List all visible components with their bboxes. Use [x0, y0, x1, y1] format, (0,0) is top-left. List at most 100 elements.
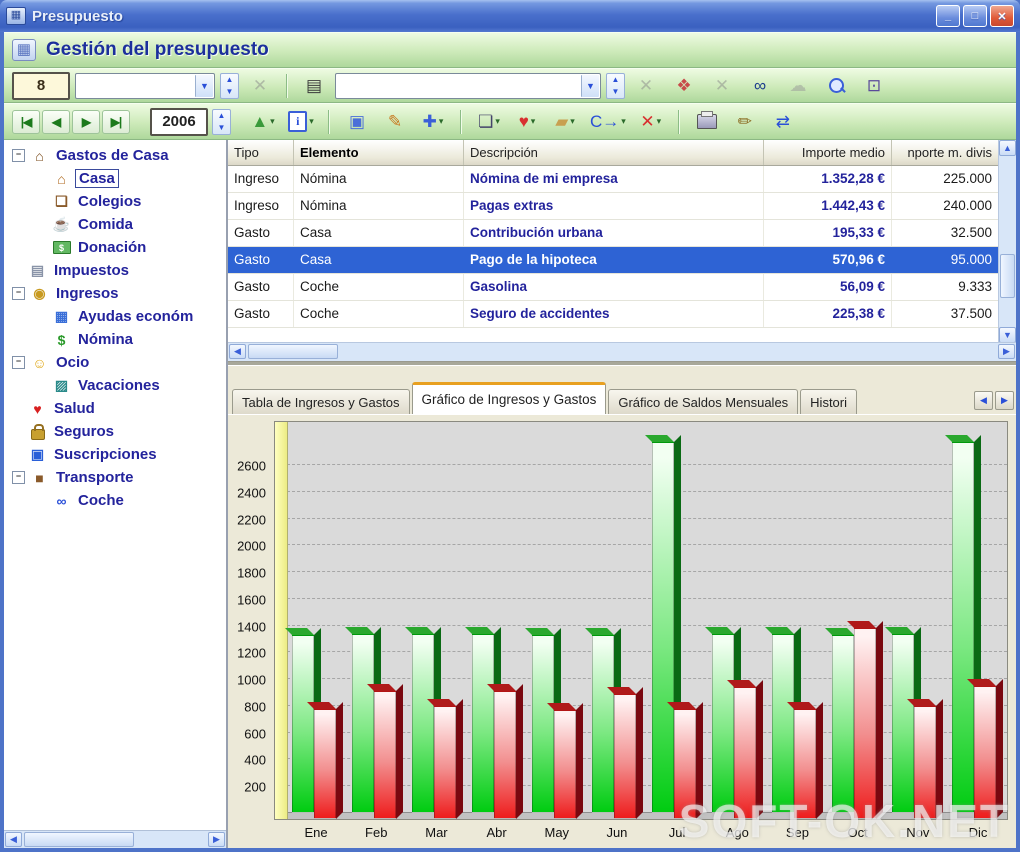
- scrollbar-thumb[interactable]: [24, 832, 134, 847]
- scroll-left-icon[interactable]: [5, 832, 22, 847]
- cloud-button[interactable]: ☁: [782, 72, 814, 99]
- add-entry-button[interactable]: ✚▾: [417, 108, 449, 135]
- maximize-button[interactable]: □: [963, 5, 987, 27]
- table-vertical-scrollbar[interactable]: [998, 140, 1016, 343]
- expand-collapse-icon[interactable]: −: [12, 149, 25, 162]
- year-field[interactable]: 2006: [150, 108, 208, 136]
- dropdown-arrow-icon[interactable]: ▾: [495, 116, 500, 127]
- tree-item-ocio[interactable]: −☺Ocio: [4, 351, 226, 374]
- scroll-right-icon[interactable]: [208, 832, 225, 847]
- dropdown-arrow-icon[interactable]: ▾: [309, 116, 314, 127]
- tree-item-colegios[interactable]: ❏Colegios: [4, 190, 226, 213]
- table-row[interactable]: GastoCocheGasolina56,09 €9.333: [228, 274, 999, 301]
- notes-button[interactable]: ▤: [298, 72, 330, 99]
- chart-pyramid-button[interactable]: ▲▾: [247, 108, 279, 135]
- titlebar[interactable]: ▦ Presupuesto _□✕: [0, 0, 1020, 32]
- tree-item-nomina[interactable]: $Nómina: [4, 328, 226, 351]
- scrollbar-thumb[interactable]: [248, 344, 338, 359]
- dropdown-arrow-icon[interactable]: ▾: [270, 116, 275, 127]
- color-options-button[interactable]: ❖: [668, 72, 700, 99]
- dropdown-arrow-icon[interactable]: ▾: [570, 116, 575, 127]
- scroll-down-icon[interactable]: [999, 327, 1016, 343]
- table-row[interactable]: GastoCasaPago de la hipoteca570,96 €95.0…: [228, 247, 999, 274]
- bar-ingresos-sep: [772, 634, 794, 813]
- info-button[interactable]: i▾: [285, 108, 317, 135]
- record-spinner[interactable]: [220, 73, 239, 99]
- table-row[interactable]: GastoCasaContribución urbana195,33 €32.5…: [228, 220, 999, 247]
- expand-collapse-icon[interactable]: −: [12, 356, 25, 369]
- tree-item-seguros[interactable]: Seguros: [4, 420, 226, 443]
- filter-spinner[interactable]: [606, 73, 625, 99]
- copy-entries-button[interactable]: ❏▾: [473, 108, 505, 135]
- tab-grafico-de-ingresos-y-gastos[interactable]: Gráfico de Ingresos y Gastos: [412, 382, 607, 414]
- year-spinner[interactable]: [212, 109, 231, 135]
- dropdown-arrow-icon[interactable]: ▾: [439, 116, 444, 127]
- printer-button[interactable]: [691, 108, 723, 135]
- export-button[interactable]: C→▾: [587, 108, 629, 135]
- binoculars-button[interactable]: ∞: [744, 72, 776, 99]
- scrollbar-thumb[interactable]: [1000, 254, 1015, 298]
- record-number-field[interactable]: 8: [12, 72, 70, 100]
- tree-item-suscripciones[interactable]: ▣Suscripciones: [4, 443, 226, 466]
- next-record-button[interactable]: ▶: [72, 110, 100, 134]
- magnifier-button[interactable]: [820, 72, 852, 99]
- delete-rows-button[interactable]: ✕▾: [635, 108, 667, 135]
- tree-item-vacaciones[interactable]: ▨Vacaciones: [4, 374, 226, 397]
- record-combo[interactable]: [75, 73, 215, 99]
- tree-item-casa[interactable]: ⌂Casa: [4, 167, 226, 190]
- tree-item-comida[interactable]: ☕Comida: [4, 213, 226, 236]
- tree-item-ingresos[interactable]: −◉Ingresos: [4, 282, 226, 305]
- last-record-button[interactable]: ▶|: [102, 110, 130, 134]
- prev-record-button[interactable]: ◀: [42, 110, 70, 134]
- filter-combo[interactable]: [335, 73, 601, 99]
- minimize-button[interactable]: _: [936, 5, 960, 27]
- tab-grafico-de-saldos-mensuales[interactable]: Gráfico de Saldos Mensuales: [608, 389, 798, 414]
- column-header-nporte-m-divis[interactable]: nporte m. divis: [892, 140, 999, 165]
- clear-filter-button[interactable]: ✕: [706, 72, 738, 99]
- tree-item-impuestos[interactable]: ▤Impuestos: [4, 259, 226, 282]
- table-row[interactable]: IngresoNóminaPagas extras1.442,43 €240.0…: [228, 193, 999, 220]
- dropdown-arrow-icon[interactable]: ▾: [621, 116, 626, 127]
- bar-ingresos-oct: [832, 635, 854, 813]
- monitor-button[interactable]: ▣: [341, 108, 373, 135]
- dropdown-arrow-icon[interactable]: ▾: [531, 116, 536, 127]
- combo-dropdown-icon[interactable]: [581, 75, 599, 97]
- cancel-edit-button[interactable]: ✕: [630, 72, 662, 99]
- scroll-left-icon[interactable]: [229, 344, 246, 359]
- scroll-up-icon[interactable]: [999, 140, 1016, 156]
- tree-item-ayudas-econom[interactable]: ▦Ayudas económ: [4, 305, 226, 328]
- column-header-descripcion[interactable]: Descripción: [464, 140, 764, 165]
- table-row[interactable]: IngresoNóminaNómina de mi empresa1.352,2…: [228, 166, 999, 193]
- table-row[interactable]: GastoCocheSeguro de accidentes225,38 €37…: [228, 301, 999, 328]
- expand-collapse-icon[interactable]: −: [12, 471, 25, 484]
- tab-scroll-left-icon[interactable]: [974, 391, 993, 410]
- entries-table: TipoElementoDescripciónImporte medionpor…: [228, 140, 1016, 362]
- close-button[interactable]: ✕: [990, 5, 1014, 27]
- tab-scroll-right-icon[interactable]: [995, 391, 1014, 410]
- column-header-elemento[interactable]: Elemento: [294, 140, 464, 165]
- tree-horizontal-scrollbar[interactable]: [4, 830, 226, 848]
- table-horizontal-scrollbar[interactable]: [228, 342, 1016, 361]
- column-header-importe-medio[interactable]: Importe medio: [764, 140, 892, 165]
- tree-item-coche[interactable]: ∞Coche: [4, 489, 226, 512]
- tab-histori[interactable]: Histori: [800, 389, 857, 414]
- tree-item-salud[interactable]: ♥Salud: [4, 397, 226, 420]
- column-header-tipo[interactable]: Tipo: [228, 140, 294, 165]
- favorites-add-button[interactable]: ♥▾: [511, 108, 543, 135]
- edit-entry-button[interactable]: ✎: [379, 108, 411, 135]
- dropdown-arrow-icon[interactable]: ▾: [657, 116, 662, 127]
- pencil-button[interactable]: ✏: [729, 108, 761, 135]
- exit-button[interactable]: ⊡: [858, 72, 890, 99]
- expand-collapse-icon[interactable]: −: [12, 287, 25, 300]
- scroll-right-icon[interactable]: [998, 344, 1015, 359]
- first-record-button[interactable]: |◀: [12, 110, 40, 134]
- combo-dropdown-icon[interactable]: [195, 75, 213, 97]
- tree-item-gastos-de-casa[interactable]: −⌂Gastos de Casa: [4, 144, 226, 167]
- folder-button[interactable]: ▰▾: [549, 108, 581, 135]
- sync-button[interactable]: ⇄: [767, 108, 799, 135]
- tree-item-donacion[interactable]: $Donación: [4, 236, 226, 259]
- x-tick-label-may: May: [527, 825, 587, 843]
- delete-record-button[interactable]: ✕: [244, 72, 276, 99]
- tree-item-transporte[interactable]: −■Transporte: [4, 466, 226, 489]
- tab-tabla-de-ingresos-y-gastos[interactable]: Tabla de Ingresos y Gastos: [232, 389, 410, 414]
